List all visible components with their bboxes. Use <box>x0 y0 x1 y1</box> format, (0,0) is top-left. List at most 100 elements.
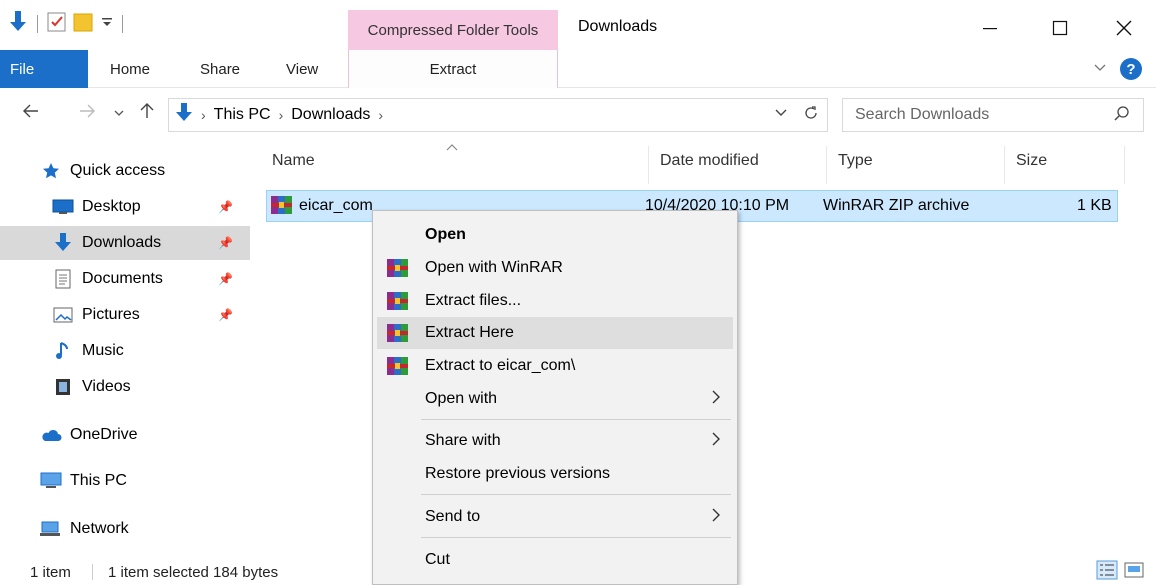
sidebar-item-network[interactable]: Network <box>0 512 250 546</box>
sidebar-item-label: Pictures <box>82 306 140 323</box>
winrar-icon <box>387 292 409 315</box>
breadcrumb-downloads[interactable]: Downloads <box>291 106 370 124</box>
up-arrow-icon[interactable] <box>138 102 156 125</box>
search-input[interactable]: Search Downloads <box>842 98 1144 132</box>
download-arrow-icon <box>175 102 193 128</box>
network-icon <box>40 520 62 538</box>
status-bar: 1 item 1 item selected 184 bytes <box>0 556 1156 585</box>
customize-toolbar-icon[interactable] <box>101 14 113 35</box>
download-arrow-icon[interactable] <box>8 10 28 38</box>
menu-item-label: Open with <box>425 390 498 407</box>
menu-item-open[interactable]: Open <box>377 219 733 251</box>
title-bar: Compressed Folder Tools Downloads <box>0 0 1156 50</box>
sidebar-item-label: Downloads <box>82 234 162 251</box>
menu-item-extract-to[interactable]: Extract to eicar_com\ <box>377 350 733 382</box>
sidebar-item-label: Documents <box>82 270 163 287</box>
desktop-icon <box>52 198 74 216</box>
sidebar-item-downloads[interactable]: Downloads 📌 <box>0 226 250 260</box>
breadcrumb-separator: › <box>278 107 284 123</box>
toolbar-separator <box>37 15 38 33</box>
sidebar-item-label: OneDrive <box>70 426 138 443</box>
column-divider[interactable] <box>648 146 649 184</box>
sort-ascending-icon <box>446 140 458 154</box>
menu-item-open-with[interactable]: Open with <box>377 383 733 415</box>
sidebar-item-onedrive[interactable]: OneDrive <box>0 418 250 452</box>
column-divider[interactable] <box>1004 146 1005 184</box>
recent-locations-chevron-icon[interactable] <box>114 106 124 120</box>
column-header-size[interactable]: Size <box>1016 152 1047 176</box>
properties-icon[interactable] <box>47 11 67 38</box>
column-header-date[interactable]: Date modified <box>660 152 759 176</box>
minimize-button[interactable] <box>970 12 1010 44</box>
breadcrumb-this-pc[interactable]: This PC <box>214 106 271 124</box>
sidebar-item-label: Videos <box>82 378 131 395</box>
menu-item-extract-here[interactable]: Extract Here <box>377 317 733 349</box>
tab-file[interactable]: File <box>0 50 88 88</box>
pin-icon[interactable]: 📌 <box>218 200 233 214</box>
menu-separator <box>421 537 731 538</box>
sidebar-item-desktop[interactable]: Desktop 📌 <box>0 190 250 224</box>
quick-access-toolbar <box>8 10 126 38</box>
pictures-icon <box>52 306 74 324</box>
sidebar-item-label: Network <box>70 520 129 537</box>
breadcrumb-separator: › <box>201 107 206 123</box>
submenu-chevron-icon <box>711 430 721 453</box>
refresh-icon[interactable] <box>803 105 819 124</box>
tab-extract[interactable]: Extract <box>348 50 558 88</box>
file-name: eicar_com <box>299 197 373 214</box>
column-header-type[interactable]: Type <box>838 152 873 176</box>
music-icon <box>52 342 74 360</box>
address-history-chevron-icon[interactable] <box>775 105 787 124</box>
pin-icon[interactable]: 📌 <box>218 308 233 322</box>
sidebar-item-videos[interactable]: Videos <box>0 370 250 404</box>
tab-view[interactable]: View <box>286 50 318 88</box>
sidebar-item-pictures[interactable]: Pictures 📌 <box>0 298 250 332</box>
menu-item-extract-files[interactable]: Extract files... <box>377 285 733 317</box>
forward-arrow-icon[interactable] <box>78 102 96 125</box>
tab-share[interactable]: Share <box>200 50 240 88</box>
download-arrow-icon <box>52 233 74 252</box>
back-arrow-icon[interactable] <box>22 102 40 125</box>
menu-item-label: Restore previous versions <box>425 465 610 482</box>
menu-item-open-with-winrar[interactable]: Open with WinRAR <box>377 252 733 284</box>
sidebar-item-label: This PC <box>70 472 127 489</box>
details-view-icon[interactable] <box>1096 560 1118 584</box>
sidebar-item-label: Desktop <box>82 198 141 215</box>
column-divider[interactable] <box>1124 146 1125 184</box>
breadcrumb-separator[interactable]: › <box>378 107 383 123</box>
maximize-button[interactable] <box>1040 12 1080 44</box>
ribbon-tabs: File Home Share View Extract ? <box>0 50 1156 88</box>
sidebar-item-quick-access[interactable]: Quick access <box>0 154 250 188</box>
toolbar-separator <box>122 15 123 33</box>
address-controls <box>775 105 819 124</box>
pin-icon[interactable]: 📌 <box>218 236 233 250</box>
selection-info: 1 item selected 184 bytes <box>108 564 279 581</box>
menu-item-share-with[interactable]: Share with <box>377 425 733 457</box>
sidebar-item-music[interactable]: Music <box>0 334 250 368</box>
close-button[interactable] <box>1104 12 1144 44</box>
cloud-icon <box>40 426 62 444</box>
column-divider[interactable] <box>826 146 827 184</box>
search-placeholder: Search Downloads <box>855 106 990 123</box>
expand-ribbon-chevron-icon[interactable] <box>1094 60 1106 78</box>
pin-icon[interactable]: 📌 <box>218 272 233 286</box>
large-icons-view-icon[interactable] <box>1124 560 1144 584</box>
address-bar[interactable]: › This PC › Downloads › <box>168 98 828 132</box>
menu-item-restore-previous-versions[interactable]: Restore previous versions <box>377 458 733 490</box>
new-folder-icon[interactable] <box>73 11 95 38</box>
help-icon[interactable]: ? <box>1120 58 1142 80</box>
menu-item-label: Open with WinRAR <box>425 259 563 276</box>
star-icon <box>40 162 62 180</box>
search-icon[interactable] <box>1113 105 1131 128</box>
navigation-bar: › This PC › Downloads › Search Downloads <box>0 88 1156 140</box>
column-header-name[interactable]: Name <box>272 152 315 176</box>
sidebar-item-this-pc[interactable]: This PC <box>0 464 250 498</box>
file-size: 1 KB <box>1077 197 1112 214</box>
videos-icon <box>52 378 74 396</box>
menu-separator <box>421 494 731 495</box>
sidebar-item-documents[interactable]: Documents 📌 <box>0 262 250 296</box>
menu-item-send-to[interactable]: Send to <box>377 501 733 533</box>
tab-home[interactable]: Home <box>110 50 150 88</box>
winrar-icon <box>387 357 409 380</box>
menu-item-label: Send to <box>425 508 481 525</box>
